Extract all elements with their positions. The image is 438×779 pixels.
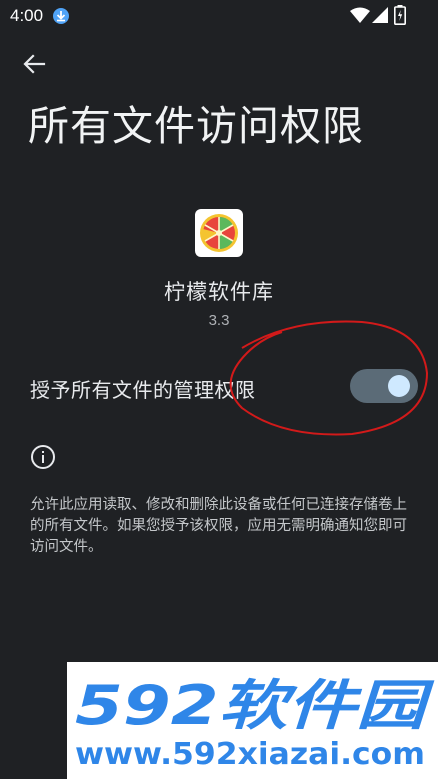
arrow-back-icon [23,54,46,74]
page-title: 所有文件访问权限 [28,102,364,150]
back-button[interactable] [18,48,50,80]
watermark-logo-text: 592软件园 [75,674,435,737]
signal-icon [372,7,388,23]
app-icon [195,209,243,257]
wifi-icon [350,7,370,23]
status-time: 4:00 [10,6,44,25]
watermark-url: www.592xiazai.com [75,737,425,772]
download-icon [53,8,69,24]
description-text: 允许此应用读取、修改和删除此设备或任何已连接存储卷上的所有文件。如果您授予该权限… [30,497,407,555]
info-icon [31,445,55,469]
app-name: 柠檬软件库 [164,280,274,304]
status-bar: 4:00 [0,0,438,32]
annotation-circle [229,320,429,436]
watermark-logo: 592软件园 www.592xiazai.com [75,674,435,772]
watermark: 592软件园 www.592xiazai.com [67,662,438,779]
lemon-slice-icon [200,214,238,252]
battery-icon [394,5,406,25]
